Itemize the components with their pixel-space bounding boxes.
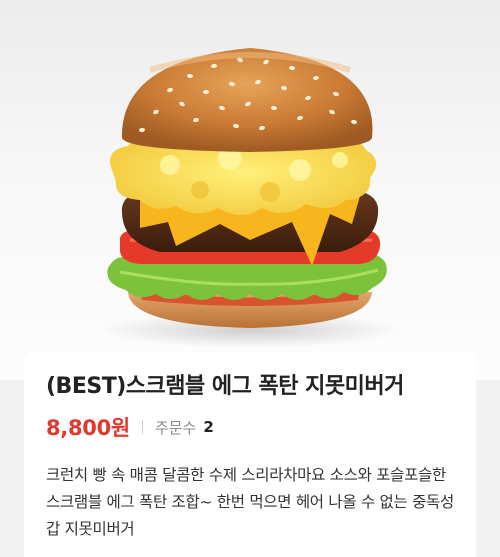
divider <box>141 420 143 434</box>
product-title: (BEST)스크램블 에그 폭탄 지못미버거 <box>46 374 404 399</box>
product-photo <box>0 0 500 380</box>
orders-count: 2 <box>203 418 214 436</box>
product-detail-page: (BEST)스크램블 에그 폭탄 지못미버거 8,800원 주문수 2 크런치 … <box>0 0 500 557</box>
product-info-card: (BEST)스크램블 에그 폭탄 지못미버거 8,800원 주문수 2 크런치 … <box>24 352 476 557</box>
orders-label: 주문수 <box>154 418 197 437</box>
burger-image <box>100 48 400 348</box>
product-description: 크런치 빵 속 매콤 달콤한 수제 스리라차마요 소스와 포슬포슬한 스크램블 … <box>46 466 454 538</box>
price-row: 8,800원 주문수 2 <box>46 412 454 442</box>
product-price: 8,800원 <box>46 416 130 440</box>
